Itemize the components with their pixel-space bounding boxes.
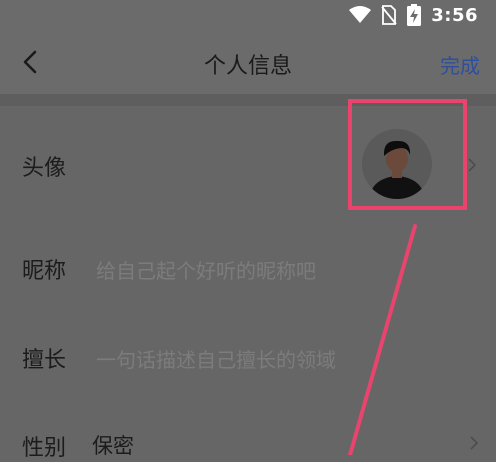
annotation-pointer-line [348,224,417,455]
